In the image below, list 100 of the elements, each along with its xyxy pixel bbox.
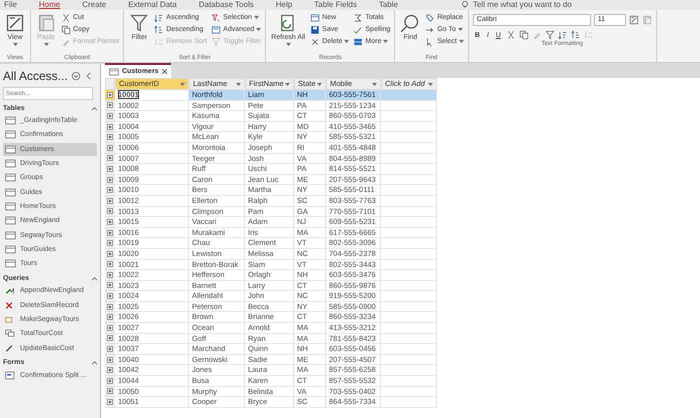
record-selector[interactable] xyxy=(105,270,115,281)
expand-icon[interactable] xyxy=(107,155,113,162)
expand-icon[interactable] xyxy=(107,187,113,194)
expand-icon[interactable] xyxy=(107,176,113,183)
expand-icon[interactable] xyxy=(107,272,113,278)
ribbon-icon xyxy=(211,12,222,22)
record-selector[interactable] xyxy=(105,291,115,302)
expand-icon[interactable] xyxy=(107,230,113,236)
expand-icon[interactable] xyxy=(107,304,113,310)
record-selector[interactable] xyxy=(105,196,115,207)
expand-icon[interactable] xyxy=(107,102,113,108)
tell-me-field[interactable]: Tell me what you want to do xyxy=(472,0,572,10)
expand-icon[interactable] xyxy=(107,261,113,268)
table-icon xyxy=(5,202,16,211)
table-cell xyxy=(381,302,437,312)
expand-icon[interactable] xyxy=(107,92,113,98)
expand-icon[interactable] xyxy=(107,378,113,384)
record-selector[interactable] xyxy=(105,142,115,154)
dropdown-icon[interactable] xyxy=(70,71,81,81)
table-cell xyxy=(381,248,437,260)
table-icon xyxy=(5,216,16,226)
record-selector[interactable] xyxy=(105,238,115,249)
expand-icon[interactable] xyxy=(107,293,113,300)
record-selector[interactable] xyxy=(105,100,115,112)
record-selector[interactable] xyxy=(105,206,115,218)
chevron-icon[interactable] xyxy=(92,276,97,281)
ribbon-icon xyxy=(310,36,320,46)
table-cell xyxy=(381,154,437,164)
expand-icon[interactable] xyxy=(107,356,113,363)
select-all-cell[interactable] xyxy=(105,78,115,90)
table-cell xyxy=(381,228,437,238)
record-selector[interactable] xyxy=(105,174,115,186)
menu-tab[interactable]: Home xyxy=(38,0,60,10)
record-selector[interactable] xyxy=(105,248,115,260)
record-selector[interactable] xyxy=(105,344,115,355)
record-selector[interactable] xyxy=(105,122,115,132)
record-selector[interactable] xyxy=(105,323,115,334)
record-selector[interactable] xyxy=(105,376,115,387)
expand-icon[interactable] xyxy=(107,134,113,140)
ribbon-icon xyxy=(129,13,150,33)
record-selector[interactable] xyxy=(105,90,115,101)
expand-icon[interactable] xyxy=(107,346,113,352)
expand-icon[interactable] xyxy=(107,250,113,257)
record-selector[interactable] xyxy=(105,154,115,164)
expand-icon[interactable] xyxy=(107,282,113,288)
menu-tab[interactable]: Table xyxy=(378,0,398,10)
expand-icon[interactable] xyxy=(107,124,113,130)
table-cell xyxy=(381,206,437,218)
record-selector[interactable] xyxy=(105,334,115,344)
ribbon-icon xyxy=(353,24,364,34)
record-selector[interactable] xyxy=(105,280,115,292)
expand-icon[interactable] xyxy=(107,240,113,246)
close-icon[interactable] xyxy=(162,69,167,74)
table-cell xyxy=(381,164,437,175)
expand-icon[interactable] xyxy=(107,166,113,172)
record-selector[interactable] xyxy=(105,185,115,196)
expand-icon[interactable] xyxy=(107,335,113,342)
expand-icon[interactable] xyxy=(107,367,113,374)
caret-icon[interactable] xyxy=(285,82,290,86)
record-selector[interactable] xyxy=(105,354,115,366)
menu-tab[interactable]: Table Fields xyxy=(314,0,357,10)
expand-icon[interactable] xyxy=(107,208,113,214)
record-selector[interactable] xyxy=(105,111,115,122)
record-selector[interactable] xyxy=(105,365,115,376)
caret-icon[interactable] xyxy=(180,82,185,86)
menu-tab[interactable]: Create xyxy=(82,0,106,10)
table-cell xyxy=(381,270,437,281)
expand-icon[interactable] xyxy=(107,399,113,406)
expand-icon[interactable] xyxy=(107,144,113,151)
menu-tab[interactable]: File xyxy=(4,0,17,10)
expand-icon[interactable] xyxy=(107,198,113,204)
query-icon xyxy=(5,286,16,296)
caret-icon[interactable] xyxy=(372,82,377,86)
menu-tab[interactable]: External Data xyxy=(128,0,177,10)
record-selector[interactable] xyxy=(105,217,115,228)
expand-icon[interactable] xyxy=(107,112,113,119)
chevron-icon[interactable] xyxy=(92,360,97,366)
caret-icon[interactable] xyxy=(236,82,241,86)
expand-icon[interactable] xyxy=(107,388,113,394)
record-selector[interactable] xyxy=(105,312,115,324)
caret-icon[interactable] xyxy=(317,82,322,86)
record-selector[interactable] xyxy=(105,302,115,312)
table-cell xyxy=(381,90,437,101)
expand-icon[interactable] xyxy=(107,218,113,225)
menu-tab[interactable]: Help xyxy=(276,0,292,10)
form-icon xyxy=(5,370,16,380)
caret-icon[interactable] xyxy=(428,82,433,86)
record-selector[interactable] xyxy=(105,397,115,408)
record-selector[interactable] xyxy=(105,386,115,398)
record-selector[interactable] xyxy=(105,260,115,270)
menu-tab[interactable]: Database Tools xyxy=(198,0,254,10)
expand-icon[interactable] xyxy=(107,314,113,320)
table-icon xyxy=(5,116,16,126)
table-cell xyxy=(381,238,437,249)
record-selector[interactable] xyxy=(105,132,115,143)
record-selector[interactable] xyxy=(105,228,115,238)
record-selector[interactable] xyxy=(105,164,115,175)
table-cell xyxy=(381,142,437,154)
expand-icon[interactable] xyxy=(107,324,113,331)
chevron-icon[interactable] xyxy=(92,106,97,110)
